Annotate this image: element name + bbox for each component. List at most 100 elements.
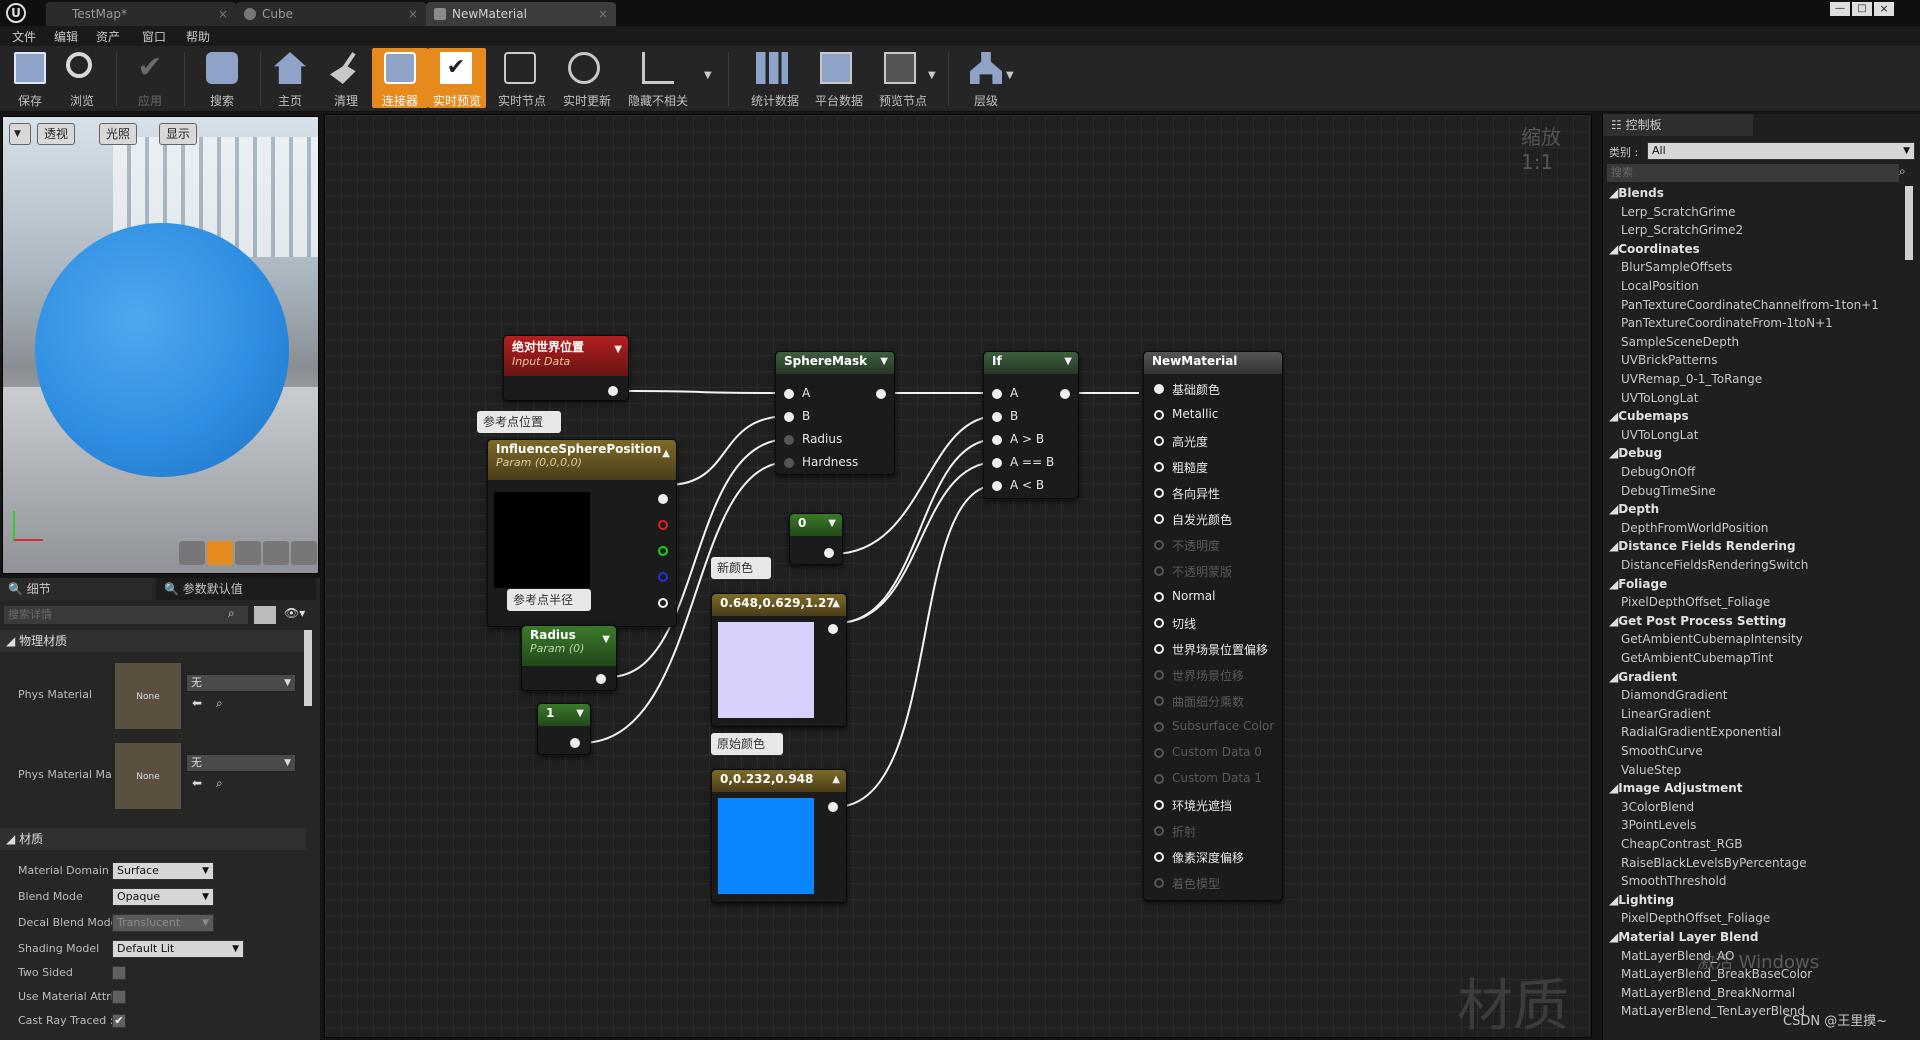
node-absolute-world-position[interactable]: 绝对世界位置 Input Data ▼: [503, 335, 629, 401]
chevron-down-icon[interactable]: ▼: [880, 356, 888, 367]
details-scrollbar[interactable]: [304, 630, 312, 706]
input-pin[interactable]: [1154, 878, 1164, 888]
palette-item[interactable]: Lerp_ScratchGrime: [1621, 205, 1735, 219]
stats-button[interactable]: 统计数据: [744, 48, 806, 108]
output-pin[interactable]: [608, 386, 618, 396]
node-sphere-mask[interactable]: SphereMask ▼ A B Radius Hardness: [775, 351, 895, 475]
input-pin[interactable]: [1154, 748, 1164, 758]
input-pin[interactable]: [1154, 722, 1164, 732]
palette-item[interactable]: UVToLongLat: [1621, 391, 1698, 405]
chevron-down-icon[interactable]: ▼: [928, 70, 936, 81]
palette-item[interactable]: MatLayerBlend_TenLayerBlend: [1621, 1004, 1805, 1018]
input-pin[interactable]: [1154, 410, 1164, 420]
input-pin[interactable]: [1154, 488, 1164, 498]
menu-help[interactable]: 帮助: [186, 28, 210, 45]
input-pin-a-less-b[interactable]: [992, 481, 1002, 491]
close-icon[interactable]: ×: [408, 2, 418, 26]
palette-item[interactable]: DiamondGradient: [1621, 688, 1727, 702]
palette-item[interactable]: LocalPosition: [1621, 279, 1699, 293]
palette-item[interactable]: LinearGradient: [1621, 707, 1711, 721]
chevron-down-icon[interactable]: ▼: [576, 708, 584, 719]
palette-item[interactable]: PanTextureCoordinateFrom-1toN+1: [1621, 316, 1833, 330]
input-pin-a[interactable]: [784, 389, 794, 399]
material-graph[interactable]: 缩放1:1 材质 绝对世界位置 Input Data ▼ 参考点位置 Influ…: [324, 114, 1592, 1038]
menu-edit[interactable]: 编辑: [54, 28, 78, 45]
node-material-result[interactable]: NewMaterial 基础颜色 Metallic 高光度 粗糙度 各向异性 自发光颜色不…: [1143, 351, 1283, 901]
close-icon[interactable]: ×: [598, 2, 608, 26]
palette-item[interactable]: SampleSceneDepth: [1621, 335, 1739, 349]
browse-icon[interactable]: ⌕: [216, 776, 223, 791]
perspective-button[interactable]: 透视: [37, 123, 76, 145]
output-pin[interactable]: [876, 389, 886, 399]
palette-item[interactable]: GetAmbientCubemapTint: [1621, 651, 1773, 665]
minimize-button[interactable]: —: [1830, 2, 1850, 16]
palette-item[interactable]: PanTextureCoordinateChannelfrom-1ton+1: [1621, 298, 1879, 312]
collapse-icon[interactable]: ▲: [832, 774, 840, 785]
clean-button[interactable]: 清理: [318, 48, 374, 108]
input-pin[interactable]: [1154, 670, 1164, 680]
input-pin[interactable]: [1154, 514, 1164, 524]
phys-material-combo[interactable]: 无 ▼: [186, 674, 296, 692]
maximize-button[interactable]: □: [1852, 2, 1872, 16]
palette-category[interactable]: ◢Coordinates: [1609, 242, 1700, 256]
menu-window[interactable]: 窗口: [142, 28, 166, 45]
lit-button[interactable]: 光照: [99, 123, 138, 145]
palette-item[interactable]: RadialGradientExponential: [1621, 725, 1781, 739]
comment-new-color[interactable]: 新颜色: [711, 557, 772, 579]
input-pin[interactable]: [1154, 852, 1164, 862]
live-nodes-button[interactable]: 实时节点: [492, 48, 552, 108]
palette-category[interactable]: ◢Foliage: [1609, 577, 1667, 591]
tab-newmaterial[interactable]: NewMaterial ×: [426, 2, 616, 26]
phys-material-thumbnail[interactable]: None: [114, 662, 182, 730]
palette-item[interactable]: MatLayerBlend_BreakNormal: [1621, 986, 1795, 1000]
chevron-down-icon[interactable]: ▼: [614, 344, 622, 355]
palette-item[interactable]: CheapContrast_RGB: [1621, 837, 1742, 851]
output-pin[interactable]: [1060, 389, 1070, 399]
connector-button[interactable]: 连接器: [372, 48, 428, 108]
palette-item[interactable]: DebugTimeSine: [1621, 484, 1716, 498]
section-material[interactable]: ◢ 材质: [0, 828, 306, 850]
output-pin-a[interactable]: [658, 598, 668, 608]
tab-cube[interactable]: Cube ×: [236, 2, 426, 26]
two-sided-checkbox[interactable]: [112, 966, 126, 980]
show-button[interactable]: 显示: [159, 123, 198, 145]
palette-item[interactable]: UVBrickPatterns: [1621, 353, 1717, 367]
palette-item[interactable]: SmoothCurve: [1621, 744, 1703, 758]
output-pin-g[interactable]: [658, 546, 668, 556]
node-if[interactable]: If ▼ A B A > B A == B A < B: [983, 351, 1079, 499]
palette-item[interactable]: BlurSampleOffsets: [1621, 260, 1732, 274]
palette-item[interactable]: ValueStep: [1621, 763, 1681, 777]
plane-shape-button[interactable]: [235, 541, 261, 565]
palette-category[interactable]: ◢Get Post Process Setting: [1609, 614, 1786, 628]
input-pin[interactable]: [1154, 566, 1164, 576]
input-pin[interactable]: [1154, 826, 1164, 836]
output-pin[interactable]: [828, 802, 838, 812]
comment-original-color[interactable]: 原始颜色: [711, 733, 784, 755]
input-pin[interactable]: [1154, 592, 1164, 602]
comment-ref-position[interactable]: 参考点位置: [477, 411, 562, 433]
input-pin-a[interactable]: [992, 389, 1002, 399]
platform-stats-button[interactable]: 平台数据: [808, 48, 870, 108]
home-button[interactable]: 主页: [262, 48, 318, 108]
collapse-icon[interactable]: ▲: [662, 448, 670, 459]
palette-item[interactable]: DepthFromWorldPosition: [1621, 521, 1768, 535]
cast-ray-traced-checkbox[interactable]: ✔: [112, 1014, 126, 1028]
output-pin[interactable]: [824, 548, 834, 558]
node-radius-param[interactable]: Radius Param (0) ▼: [521, 625, 617, 691]
output-pin[interactable]: [596, 674, 606, 684]
phys-material-mask-thumbnail[interactable]: None: [114, 742, 182, 810]
chevron-down-icon[interactable]: ▼: [602, 634, 610, 645]
section-phys-material[interactable]: ◢ 物理材质: [0, 630, 306, 652]
grid-view-icon[interactable]: [254, 606, 276, 624]
input-pin[interactable]: [1154, 800, 1164, 810]
unreal-logo-icon[interactable]: U: [6, 3, 26, 23]
palette-item[interactable]: UVToLongLat: [1621, 428, 1698, 442]
node-constant-1[interactable]: 1 ▼: [537, 703, 591, 755]
input-pin[interactable]: [1154, 436, 1164, 446]
details-search-input[interactable]: 搜索详情: [4, 606, 248, 624]
search-button[interactable]: 搜索: [194, 48, 250, 108]
input-pin[interactable]: [1154, 540, 1164, 550]
output-pin-r[interactable]: [658, 520, 668, 530]
category-combo[interactable]: All ▼: [1647, 142, 1915, 160]
palette-item[interactable]: PixelDepthOffset_Foliage: [1621, 911, 1770, 925]
